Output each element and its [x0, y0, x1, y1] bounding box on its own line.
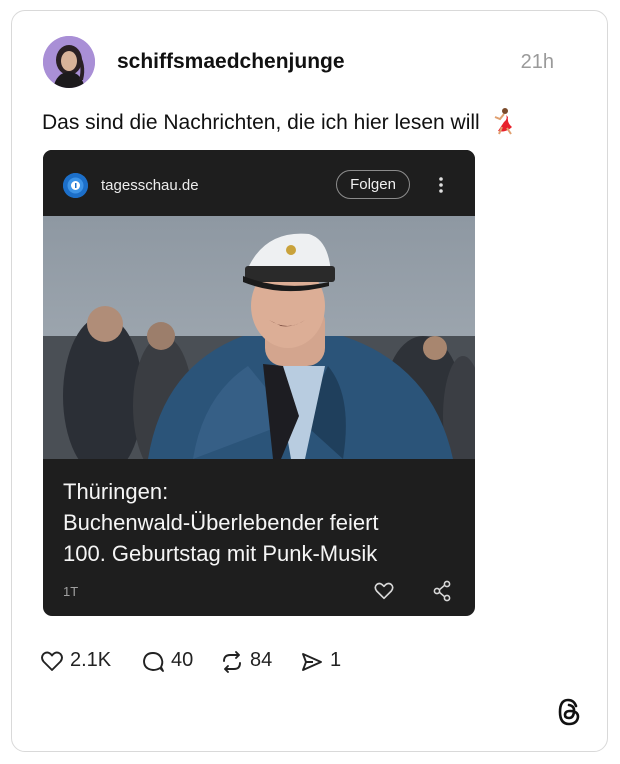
dancer-emoji-icon	[494, 108, 512, 135]
repost-arrows-icon	[223, 651, 241, 673]
threads-logo-icon[interactable]	[555, 697, 583, 727]
like-count: 2.1K	[70, 649, 112, 671]
comment-count: 40	[171, 649, 194, 671]
news-photo[interactable]	[43, 216, 475, 459]
share-button[interactable]: 1	[300, 646, 345, 676]
headline-line-2: Buchenwald-Überlebender feiert	[63, 510, 379, 535]
news-share-icon[interactable]	[432, 580, 452, 602]
like-button[interactable]: 2.1K	[40, 646, 120, 676]
avatar[interactable]	[43, 36, 95, 88]
comment-bubble-icon	[143, 652, 164, 672]
news-like-heart-icon[interactable]	[373, 580, 395, 602]
news-headline[interactable]: Thüringen: Buchenwald-Überlebender feier…	[63, 476, 463, 569]
repost-button[interactable]: 84	[220, 646, 280, 676]
comment-button[interactable]: 40	[141, 646, 201, 676]
news-card-header: tagesschau.de Folgen	[43, 150, 475, 216]
heart-icon	[41, 651, 63, 671]
post-text: Das sind die Nachrichten, die ich hier l…	[42, 107, 516, 135]
news-link-card[interactable]: tagesschau.de Folgen Thüringen: Buchenwa…	[43, 150, 475, 616]
more-options-icon[interactable]	[431, 170, 451, 200]
follow-button[interactable]: Folgen	[336, 170, 410, 199]
username[interactable]: schiffsmaedchenjunge	[117, 50, 345, 74]
news-source-name[interactable]: tagesschau.de	[101, 177, 199, 194]
send-icon	[302, 653, 322, 671]
share-count: 1	[330, 649, 342, 671]
repost-count: 84	[250, 649, 273, 671]
news-age: 1T	[63, 584, 79, 599]
tagesschau-logo-icon	[63, 173, 88, 198]
headline-line-1: Thüringen:	[63, 479, 169, 504]
post-timestamp: 21h	[520, 51, 554, 73]
headline-line-3: 100. Geburtstag mit Punk-Musik	[63, 541, 378, 566]
post-text-content: Das sind die Nachrichten, die ich hier l…	[42, 111, 480, 134]
